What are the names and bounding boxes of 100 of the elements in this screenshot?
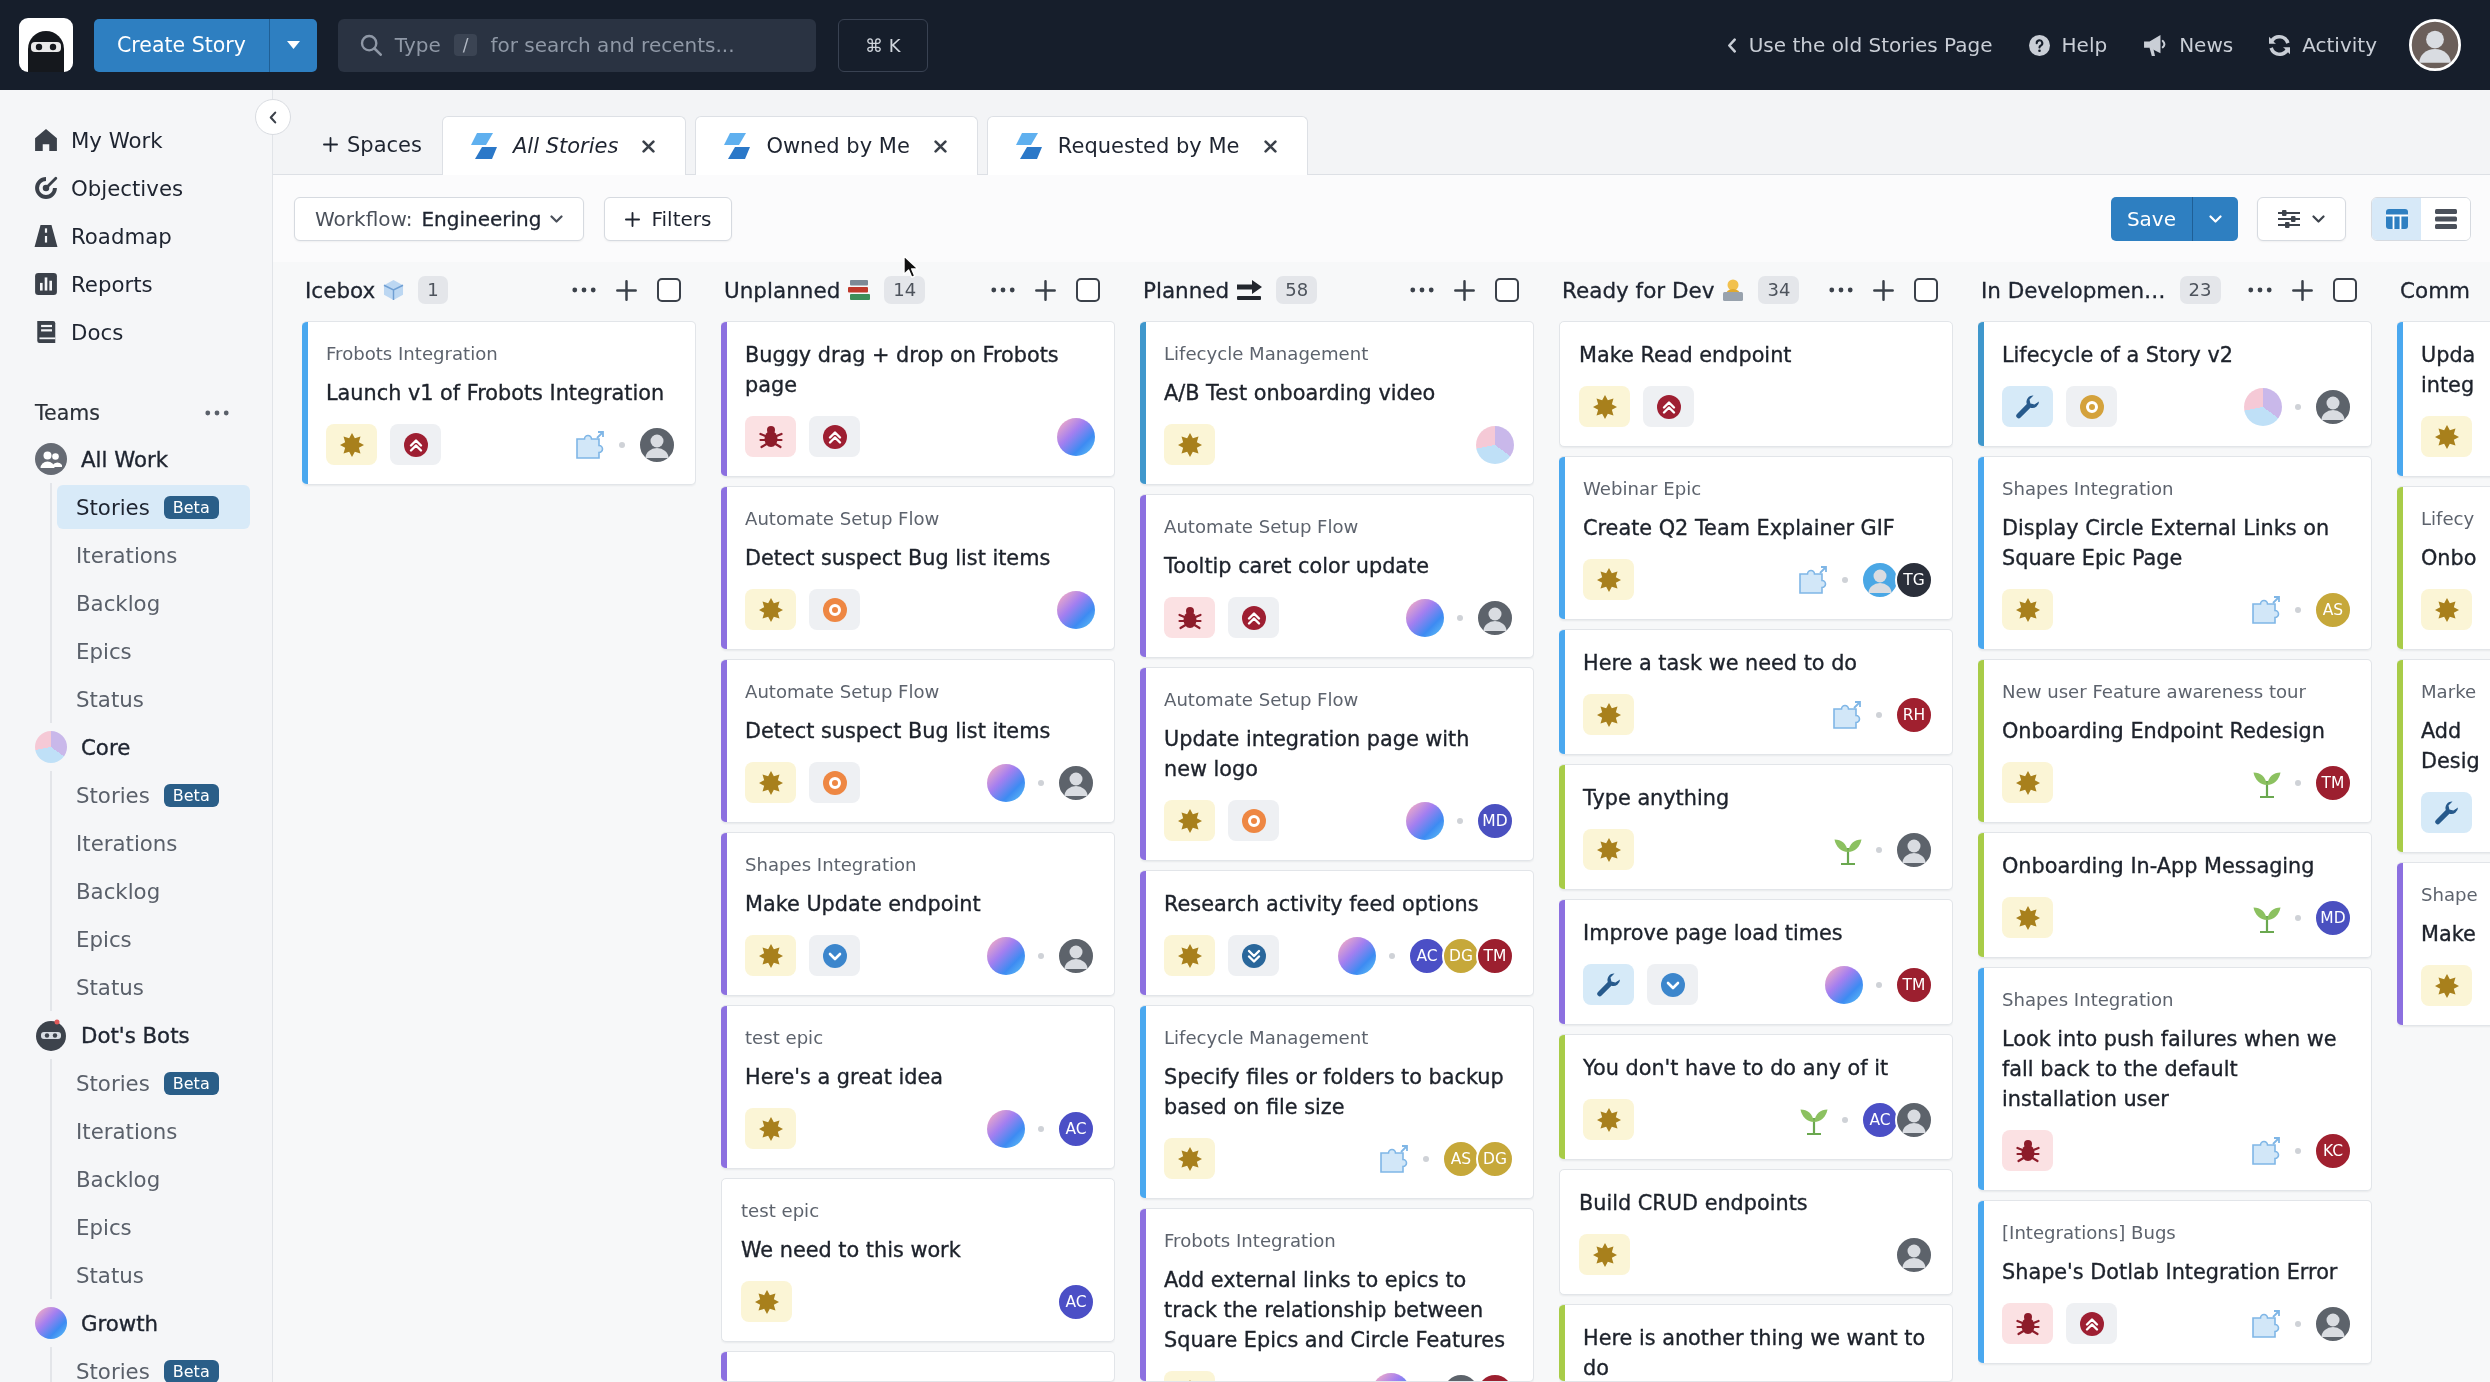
more-icon[interactable] — [205, 410, 229, 416]
view-tab[interactable]: Requested by Me — [986, 116, 1308, 175]
owner-avatar[interactable]: MD — [2314, 898, 2352, 937]
story-card[interactable]: Here a task we need to do RH — [1559, 629, 1953, 755]
people-icon[interactable] — [35, 443, 67, 475]
team-avatar-icon[interactable] — [2244, 387, 2282, 426]
story-card[interactable]: test epic We need to this work AC — [721, 1178, 1115, 1342]
priority-chip[interactable] — [1228, 935, 1279, 976]
team-item[interactable]: All Work — [0, 435, 272, 483]
owner-avatar[interactable]: AC — [1057, 1282, 1095, 1321]
save-button[interactable]: Save — [2110, 197, 2192, 241]
team-subitem[interactable]: Stories Beta — [57, 1349, 250, 1382]
story-card[interactable]: Automate Setup Flow Update integration page with new logo MD — [1140, 667, 1534, 861]
team-avatar-icon[interactable] — [1406, 598, 1444, 637]
sidebar-nav-item[interactable]: Objectives — [0, 164, 272, 212]
topbar-link[interactable]: Use the old Stories Page — [1726, 33, 1993, 57]
view-tab[interactable]: Owned by Me — [695, 116, 978, 175]
more-icon[interactable] — [572, 287, 596, 293]
team-avatar-icon[interactable] — [1057, 417, 1095, 456]
story-card[interactable]: You don't have to do any of it AC — [1559, 1034, 1953, 1160]
robot-avatar-icon[interactable] — [35, 1019, 67, 1051]
select-checkbox[interactable] — [657, 278, 681, 302]
story-card[interactable]: Make Read endpoint — [1559, 321, 1953, 447]
owner-avatar[interactable]: AC — [1057, 1109, 1095, 1148]
topbar-link[interactable]: Help — [2028, 33, 2108, 57]
puzzle-icon[interactable] — [1380, 1144, 1410, 1173]
team-subitem[interactable]: Epics — [57, 917, 250, 961]
story-card[interactable]: Shape Make — [2397, 862, 2490, 1026]
story-card[interactable]: Shapes Integration Make Update endpoint — [721, 832, 1115, 996]
story-card[interactable]: Automate Setup Flow Detect suspect Bug list items — [721, 659, 1115, 823]
team-subitem[interactable]: Stories Beta — [57, 1061, 250, 1105]
story-type-chip[interactable] — [1164, 597, 1215, 638]
team-avatar-icon[interactable] — [1825, 965, 1863, 1004]
priority-chip[interactable] — [809, 416, 860, 457]
team-subitem[interactable]: Epics — [57, 1205, 250, 1249]
story-card[interactable]: Build CRUD endpoints — [1559, 1169, 1953, 1295]
user-avatar-icon[interactable] — [2409, 19, 2461, 71]
add-icon[interactable] — [1873, 279, 1894, 301]
puzzle-icon[interactable] — [2252, 1309, 2282, 1338]
story-card[interactable]: Frobots Integration Launch v1 of Frobots Integration — [302, 321, 696, 485]
owner-avatar[interactable]: RH — [1895, 695, 1933, 734]
story-card[interactable]: Buggy drag + drop on Frobots page — [721, 321, 1115, 477]
team-subitem[interactable]: Stories Beta — [57, 485, 250, 529]
team-avatar-icon[interactable] — [1476, 425, 1514, 464]
priority-chip[interactable] — [1228, 597, 1279, 638]
story-card[interactable]: Type anything — [1559, 764, 1953, 890]
team-item[interactable]: Growth — [0, 1299, 272, 1347]
logo-icon[interactable] — [19, 18, 73, 72]
spaces-button[interactable]: Spaces — [319, 115, 426, 174]
team-avatar-icon[interactable] — [1057, 590, 1095, 629]
select-checkbox[interactable] — [1076, 278, 1100, 302]
team-item[interactable]: Core — [0, 723, 272, 771]
owner-avatar[interactable]: MD — [1476, 801, 1514, 840]
team-avatar-icon[interactable] — [1406, 801, 1444, 840]
story-card[interactable]: Lifecycle Management A/B Test onboarding video — [1140, 321, 1534, 485]
team-avatar-icon[interactable] — [987, 936, 1025, 975]
team-avatar-icon[interactable] — [1338, 936, 1376, 975]
story-type-chip[interactable] — [1583, 964, 1634, 1005]
story-card[interactable]: Marke Add Desig — [2397, 659, 2490, 853]
create-menu-button[interactable] — [268, 18, 317, 72]
story-card[interactable]: Lifecy Onbo — [2397, 486, 2490, 650]
owner-avatar[interactable]: TG — [1895, 560, 1933, 599]
puzzle-icon[interactable] — [576, 430, 606, 459]
puzzle-icon[interactable] — [1833, 700, 1863, 729]
more-icon[interactable] — [991, 287, 1015, 293]
team-subitem[interactable]: Iterations — [57, 1109, 250, 1153]
more-icon[interactable] — [1829, 287, 1853, 293]
team-subitem[interactable]: Iterations — [57, 533, 250, 577]
team-subitem[interactable]: Stories Beta — [57, 773, 250, 817]
team-subitem[interactable]: Status — [57, 677, 250, 721]
workflow-dropdown[interactable]: Workflow: Engineering — [294, 197, 585, 241]
more-icon[interactable] — [1410, 287, 1434, 293]
story-type-chip[interactable] — [2002, 386, 2053, 427]
topbar-link[interactable]: News — [2143, 33, 2234, 57]
select-checkbox[interactable] — [1495, 278, 1519, 302]
close-icon[interactable] — [1263, 139, 1277, 153]
more-icon[interactable] — [2248, 287, 2272, 293]
priority-chip[interactable] — [809, 935, 860, 976]
story-card[interactable]: Shapes Integration Look into push failures when we fall back to the default installation user KC — [1978, 967, 2372, 1191]
owner-avatar[interactable]: AC — [1861, 1100, 1899, 1139]
team-subitem[interactable]: Status — [57, 965, 250, 1009]
story-card[interactable]: Lifecycle of a Story v2 — [1978, 321, 2372, 447]
topbar-link[interactable]: Activity — [2269, 33, 2377, 57]
story-card[interactable]: New user Feature awareness tour Onboarding Endpoint Redesign TM — [1978, 659, 2372, 823]
story-type-chip[interactable] — [2002, 1303, 2053, 1344]
team-avatar-icon[interactable] — [987, 1109, 1025, 1148]
sidebar-nav-item[interactable]: Docs — [0, 308, 272, 356]
story-card[interactable]: Upda integ — [2397, 321, 2490, 477]
team-subitem[interactable]: Iterations — [57, 821, 250, 865]
story-card[interactable]: Onboarding In-App Messaging MD — [1978, 832, 2372, 958]
priority-chip[interactable] — [2066, 1303, 2117, 1344]
owner-avatar[interactable]: TM — [2314, 763, 2352, 802]
story-type-chip[interactable] — [2002, 1130, 2053, 1171]
story-card[interactable]: Webinar Epic Create Q2 Team Explainer GIF TG — [1559, 456, 1953, 620]
story-card[interactable]: Lifecycle Management Specify files or folders to backup based on file size AS DG — [1140, 1005, 1534, 1199]
priority-chip[interactable] — [1643, 386, 1694, 427]
add-icon[interactable] — [1035, 279, 1056, 301]
team-subitem[interactable]: Backlog — [57, 581, 250, 625]
display-settings-button[interactable] — [2257, 197, 2346, 241]
story-card[interactable]: Research activity feed options AC DG TM — [1140, 870, 1534, 996]
